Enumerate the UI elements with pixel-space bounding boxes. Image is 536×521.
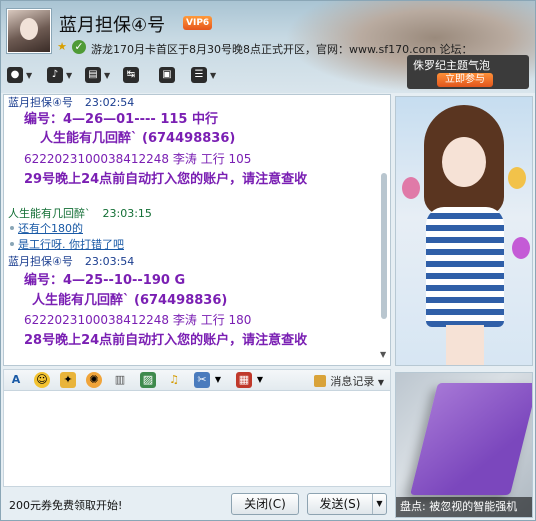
chevron-down-icon: ▼ [26, 70, 33, 80]
bullet-icon [10, 226, 14, 230]
music-icon[interactable]: ♫ [166, 372, 182, 388]
character-face [442, 137, 486, 187]
send-label: 发送(S) [319, 497, 361, 511]
input-toolbar: A ☺ ✦ ✺ ▥ ▨ ♫ ✂ ▼ ▦ ▼ 消息记录 ▼ [3, 369, 391, 391]
message-line: 6222023100038412248 李涛 工行 105 [24, 152, 252, 166]
sender-name: 蓝月担保④号 [8, 255, 73, 268]
chevron-down-icon: ▼ [104, 70, 111, 80]
character-legs [446, 325, 484, 365]
scroll-thumb[interactable] [381, 173, 387, 319]
vip-badge[interactable]: VIP6 [183, 16, 213, 30]
avatar-show-panel[interactable] [395, 96, 533, 366]
chevron-down-icon: ▼ [377, 378, 384, 387]
gift-icon[interactable]: ▦ [236, 372, 252, 388]
remote-assist-icon: ↹ [123, 67, 139, 83]
close-label: 关闭(C) [244, 497, 286, 511]
message-time: 23:03:54 [84, 255, 135, 268]
screen-share-icon: ▣ [159, 67, 175, 83]
balloon-image [512, 237, 530, 259]
scroll-down-icon[interactable]: ▼ [380, 350, 386, 359]
bullet-icon [10, 242, 14, 246]
video-call-button[interactable]: ● ▼ [7, 65, 32, 85]
apps-button[interactable]: ☰ ▼ [191, 65, 216, 85]
ad-panel[interactable]: 盘点: 被忽视的智能强机 [395, 372, 533, 518]
image-icon[interactable]: ▨ [140, 372, 156, 388]
voice-message-icon[interactable]: ▥ [112, 372, 128, 388]
message-link[interactable]: 还有个180的 [18, 220, 83, 236]
emoji-icon[interactable]: ☺ [34, 372, 50, 388]
chat-header: 蓝月担保④号 VIP6 ★ ✓ 游龙170月卡首区于8月30号晚8点正式开区，官… [1, 1, 535, 93]
balloon-image [402, 177, 420, 199]
ad-cta-button[interactable]: 立即参与 [437, 73, 493, 87]
file-transfer-icon: ▤ [85, 67, 101, 83]
bubble-theme-ad[interactable]: 侏罗纪主题气泡 立即参与 [407, 55, 529, 89]
magic-emoji-icon[interactable]: ✦ [60, 372, 76, 388]
message-line: 编号：4—25--10--190 G [24, 273, 186, 288]
ad-caption[interactable]: 盘点: 被忽视的智能强机 [396, 497, 532, 517]
promo-link[interactable]: 200元券免费领取开始! [9, 497, 122, 513]
file-transfer-button[interactable]: ▤ ▼ [85, 65, 110, 85]
character-dress [426, 207, 504, 327]
chevron-down-icon: ▼ [66, 70, 73, 80]
chevron-down-icon: ▼ [210, 70, 217, 80]
chat-history[interactable]: 蓝月担保④号 23:02:54 编号：4—26—01---- 115 中行 人生能… [3, 94, 391, 366]
video-icon: ● [7, 67, 23, 83]
message-line: 人生能有几回醉` (674498836) [40, 131, 236, 146]
avatar[interactable] [7, 9, 51, 53]
sender-name: 人生能有几回醉` [8, 207, 91, 220]
chevron-down-icon[interactable]: ▼ [210, 372, 226, 388]
nudge-icon[interactable]: ✺ [86, 372, 102, 388]
message-input[interactable] [3, 391, 391, 487]
send-options-icon[interactable]: ▼ [372, 494, 386, 514]
send-button[interactable]: 发送(S) ▼ [307, 493, 387, 515]
chevron-down-icon[interactable]: ▼ [252, 372, 268, 388]
status-icon[interactable]: ✓ [72, 40, 86, 54]
voice-icon: ♪ [47, 67, 63, 83]
chat-window: 蓝月担保④号 VIP6 ★ ✓ 游龙170月卡首区于8月30号晚8点正式开区，官… [0, 0, 536, 521]
message-header: 蓝月担保④号 23:03:54 [8, 253, 134, 269]
message-line: 28号晚上24点前自动打入您的账户，请注意查收 [24, 333, 308, 348]
remote-assist-button[interactable]: ↹ [123, 65, 139, 85]
close-button[interactable]: 关闭(C) [231, 493, 299, 515]
history-label: 消息记录 [330, 375, 375, 388]
message-header: 人生能有几回醉` 23:03:15 [8, 205, 152, 221]
contact-name: 蓝月担保④号 [59, 15, 166, 36]
message-line: 人生能有几回醉` (674498836) [32, 293, 228, 308]
balloon-image [508, 167, 526, 189]
chat-footer: 200元券免费领取开始! 关闭(C) 发送(S) ▼ [3, 489, 393, 517]
message-history-button[interactable]: 消息记录 ▼ [314, 373, 384, 389]
ad-title: 侏罗纪主题气泡 [413, 59, 490, 72]
star-icon[interactable]: ★ [55, 40, 69, 54]
screenshot-icon[interactable]: ✂ [194, 372, 210, 388]
message-line: 29号晚上24点前自动打入您的账户，请注意查收 [24, 172, 308, 187]
message-line: 6222023100038412248 李涛 工行 180 [24, 313, 252, 327]
chat-scrollbar[interactable]: ▼ [380, 101, 388, 359]
phone-image [410, 383, 532, 495]
font-icon[interactable]: A [8, 372, 24, 388]
message-time: 23:03:15 [102, 207, 152, 220]
history-icon [314, 375, 327, 387]
apps-icon: ☰ [191, 67, 207, 83]
message-link[interactable]: 是工行呀. 你打错了吧 [18, 236, 124, 252]
message-line: 编号：4—26—01---- 115 中行 [24, 112, 218, 127]
screen-share-button[interactable]: ▣ [159, 65, 175, 85]
voice-call-button[interactable]: ♪ ▼ [47, 65, 72, 85]
